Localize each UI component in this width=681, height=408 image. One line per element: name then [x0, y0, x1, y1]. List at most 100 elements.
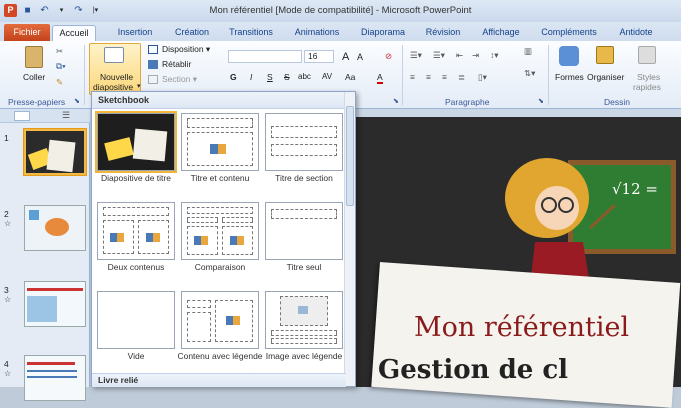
content-icons — [110, 233, 124, 242]
tab-accueil[interactable]: Accueil — [52, 25, 96, 41]
spacing-button[interactable]: AV — [322, 72, 332, 81]
gallery-section-livre-relie: Livre relié — [92, 373, 346, 387]
layout-contenu-avec-legende[interactable] — [181, 291, 259, 349]
section-button[interactable]: Section ▾ — [162, 74, 197, 85]
slide-thumbnail-2[interactable] — [24, 205, 86, 251]
tab-creation[interactable]: Création — [168, 25, 216, 41]
layout-comparaison[interactable] — [181, 202, 259, 260]
justify-icon[interactable]: ≣ — [458, 72, 465, 83]
shapes-button[interactable]: Formes — [555, 72, 584, 82]
tab-complements[interactable]: Compléments — [536, 25, 602, 41]
slide-title[interactable]: Mon référentiel — [414, 312, 629, 343]
slide-thumbnail-3[interactable] — [24, 281, 86, 327]
disposition-button[interactable]: Disposition ▾ — [162, 44, 210, 55]
grow-font-button[interactable]: A — [342, 51, 349, 63]
case-button[interactable]: Aa — [345, 72, 355, 82]
strike-button[interactable]: S — [284, 72, 290, 82]
chalkboard-text: √12 = — [612, 180, 658, 198]
shapes-icon[interactable] — [559, 46, 579, 66]
bold-button[interactable]: G — [230, 72, 237, 82]
bullets-icon[interactable]: ☰▾ — [410, 50, 422, 61]
numbering-icon[interactable]: ☰▾ — [433, 50, 445, 61]
layout-label: Image avec légende — [265, 351, 343, 361]
shrink-font-button[interactable]: A — [357, 52, 363, 62]
arrange-icon[interactable] — [596, 46, 614, 64]
align-right-icon[interactable]: ≡ — [442, 72, 447, 82]
column-split-icon[interactable]: ▯▾ — [478, 72, 487, 83]
underline-button[interactable]: S — [267, 72, 273, 82]
layout-label: Titre de section — [275, 173, 333, 183]
layout-vide[interactable] — [97, 291, 175, 349]
layout-titre-de-section[interactable] — [265, 113, 343, 171]
columns-icon[interactable]: ▥ — [524, 46, 532, 57]
quick-styles-label-2[interactable]: rapides — [633, 82, 661, 92]
tab-affichage[interactable]: Affichage — [476, 25, 526, 41]
window-title: Mon référentiel [Mode de compatibilité] … — [209, 5, 472, 16]
tab-diaporama[interactable]: Diaporama — [356, 25, 410, 41]
font-size-combo[interactable]: 16 — [304, 50, 334, 63]
text-direction-icon[interactable]: ⇅▾ — [524, 68, 535, 79]
content-icons — [194, 236, 208, 245]
align-left-icon[interactable]: ≡ — [410, 72, 415, 82]
title-bar: P ■ ↶ ▾ ↷ |▾ Mon référentiel [Mode de co… — [0, 0, 681, 22]
layout-titre-seul[interactable] — [265, 202, 343, 260]
content-icons — [230, 236, 244, 245]
tab-fichier[interactable]: Fichier — [4, 24, 50, 41]
outline-tab-icon[interactable]: ☰ — [62, 110, 70, 121]
animation-star-icon: ☆ — [4, 219, 12, 228]
content-icons — [146, 233, 160, 242]
font-color-button[interactable]: A — [377, 72, 383, 84]
dialog-launcher-icon[interactable]: ⬊ — [538, 97, 544, 105]
ribbon-tabs: Fichier Accueil Insertion Création Trans… — [0, 22, 681, 41]
chevron-down-icon: ▾ — [137, 83, 141, 90]
arrange-button[interactable]: Organiser — [587, 72, 624, 82]
paste-button-label[interactable]: Coller — [23, 72, 45, 82]
gallery-scrollbar[interactable] — [344, 92, 355, 386]
tab-insertion[interactable]: Insertion — [110, 25, 160, 41]
dialog-launcher-icon[interactable]: ⬊ — [393, 97, 399, 105]
tab-animations[interactable]: Animations — [290, 25, 344, 41]
quick-styles-icon[interactable] — [638, 46, 656, 64]
layout-deux-contenus[interactable] — [97, 202, 175, 260]
layout-label: Titre seul — [286, 262, 322, 272]
slide-thumbnail-pane: ☰ 1 2 ☆ 3 ☆ 4 ☆ — [0, 109, 90, 401]
section-icon — [148, 75, 158, 84]
copy-icon[interactable]: ⧉▾ — [56, 61, 66, 72]
gallery-header: Sketchbook — [92, 92, 346, 109]
format-painter-icon[interactable]: ✎ — [56, 77, 63, 88]
layout-label: Contenu avec légende — [177, 351, 263, 361]
layout-icon — [148, 45, 158, 54]
new-slide-icon — [104, 47, 124, 63]
slide-thumbnail-4[interactable] — [24, 355, 86, 401]
layout-image-avec-legende[interactable] — [265, 291, 343, 349]
indent-increase-icon[interactable]: ⇥ — [472, 50, 479, 61]
italic-button[interactable]: I — [250, 72, 252, 82]
paste-icon[interactable] — [25, 46, 43, 68]
layout-label: Diapositive de titre — [101, 173, 171, 183]
layout-titre-et-contenu[interactable] — [181, 113, 259, 171]
cut-icon[interactable]: ✂ — [56, 46, 63, 57]
slide-subtitle[interactable]: Gestion de cl — [378, 355, 568, 385]
tab-transitions[interactable]: Transitions — [224, 25, 278, 41]
slide-thumbnail-1[interactable] — [24, 129, 86, 175]
dialog-launcher-icon[interactable]: ⬊ — [74, 97, 80, 105]
animation-star-icon: ☆ — [4, 369, 12, 378]
layout-label: Comparaison — [194, 262, 246, 272]
group-clipboard-label: Presse-papiers — [8, 97, 66, 107]
shadow-button[interactable]: abc — [298, 72, 311, 81]
gallery-scroll-thumb[interactable] — [346, 106, 354, 206]
picture-icon — [298, 306, 308, 314]
font-name-combo[interactable] — [228, 50, 302, 63]
slides-tab[interactable] — [14, 111, 30, 121]
tab-antidote[interactable]: Antidote — [612, 25, 660, 41]
line-spacing-icon[interactable]: ↕▾ — [490, 50, 499, 61]
clear-format-icon[interactable]: ⊘ — [385, 51, 392, 62]
tab-revision[interactable]: Révision — [420, 25, 466, 41]
reset-icon — [148, 60, 158, 69]
quick-styles-label-1[interactable]: Styles — [637, 72, 660, 82]
indent-decrease-icon[interactable]: ⇤ — [456, 50, 463, 61]
retablir-button[interactable]: Rétablir — [162, 59, 191, 69]
thumbnail-number: 1 — [4, 133, 9, 143]
layout-diapositive-de-titre[interactable] — [95, 111, 177, 173]
align-center-icon[interactable]: ≡ — [426, 72, 431, 82]
